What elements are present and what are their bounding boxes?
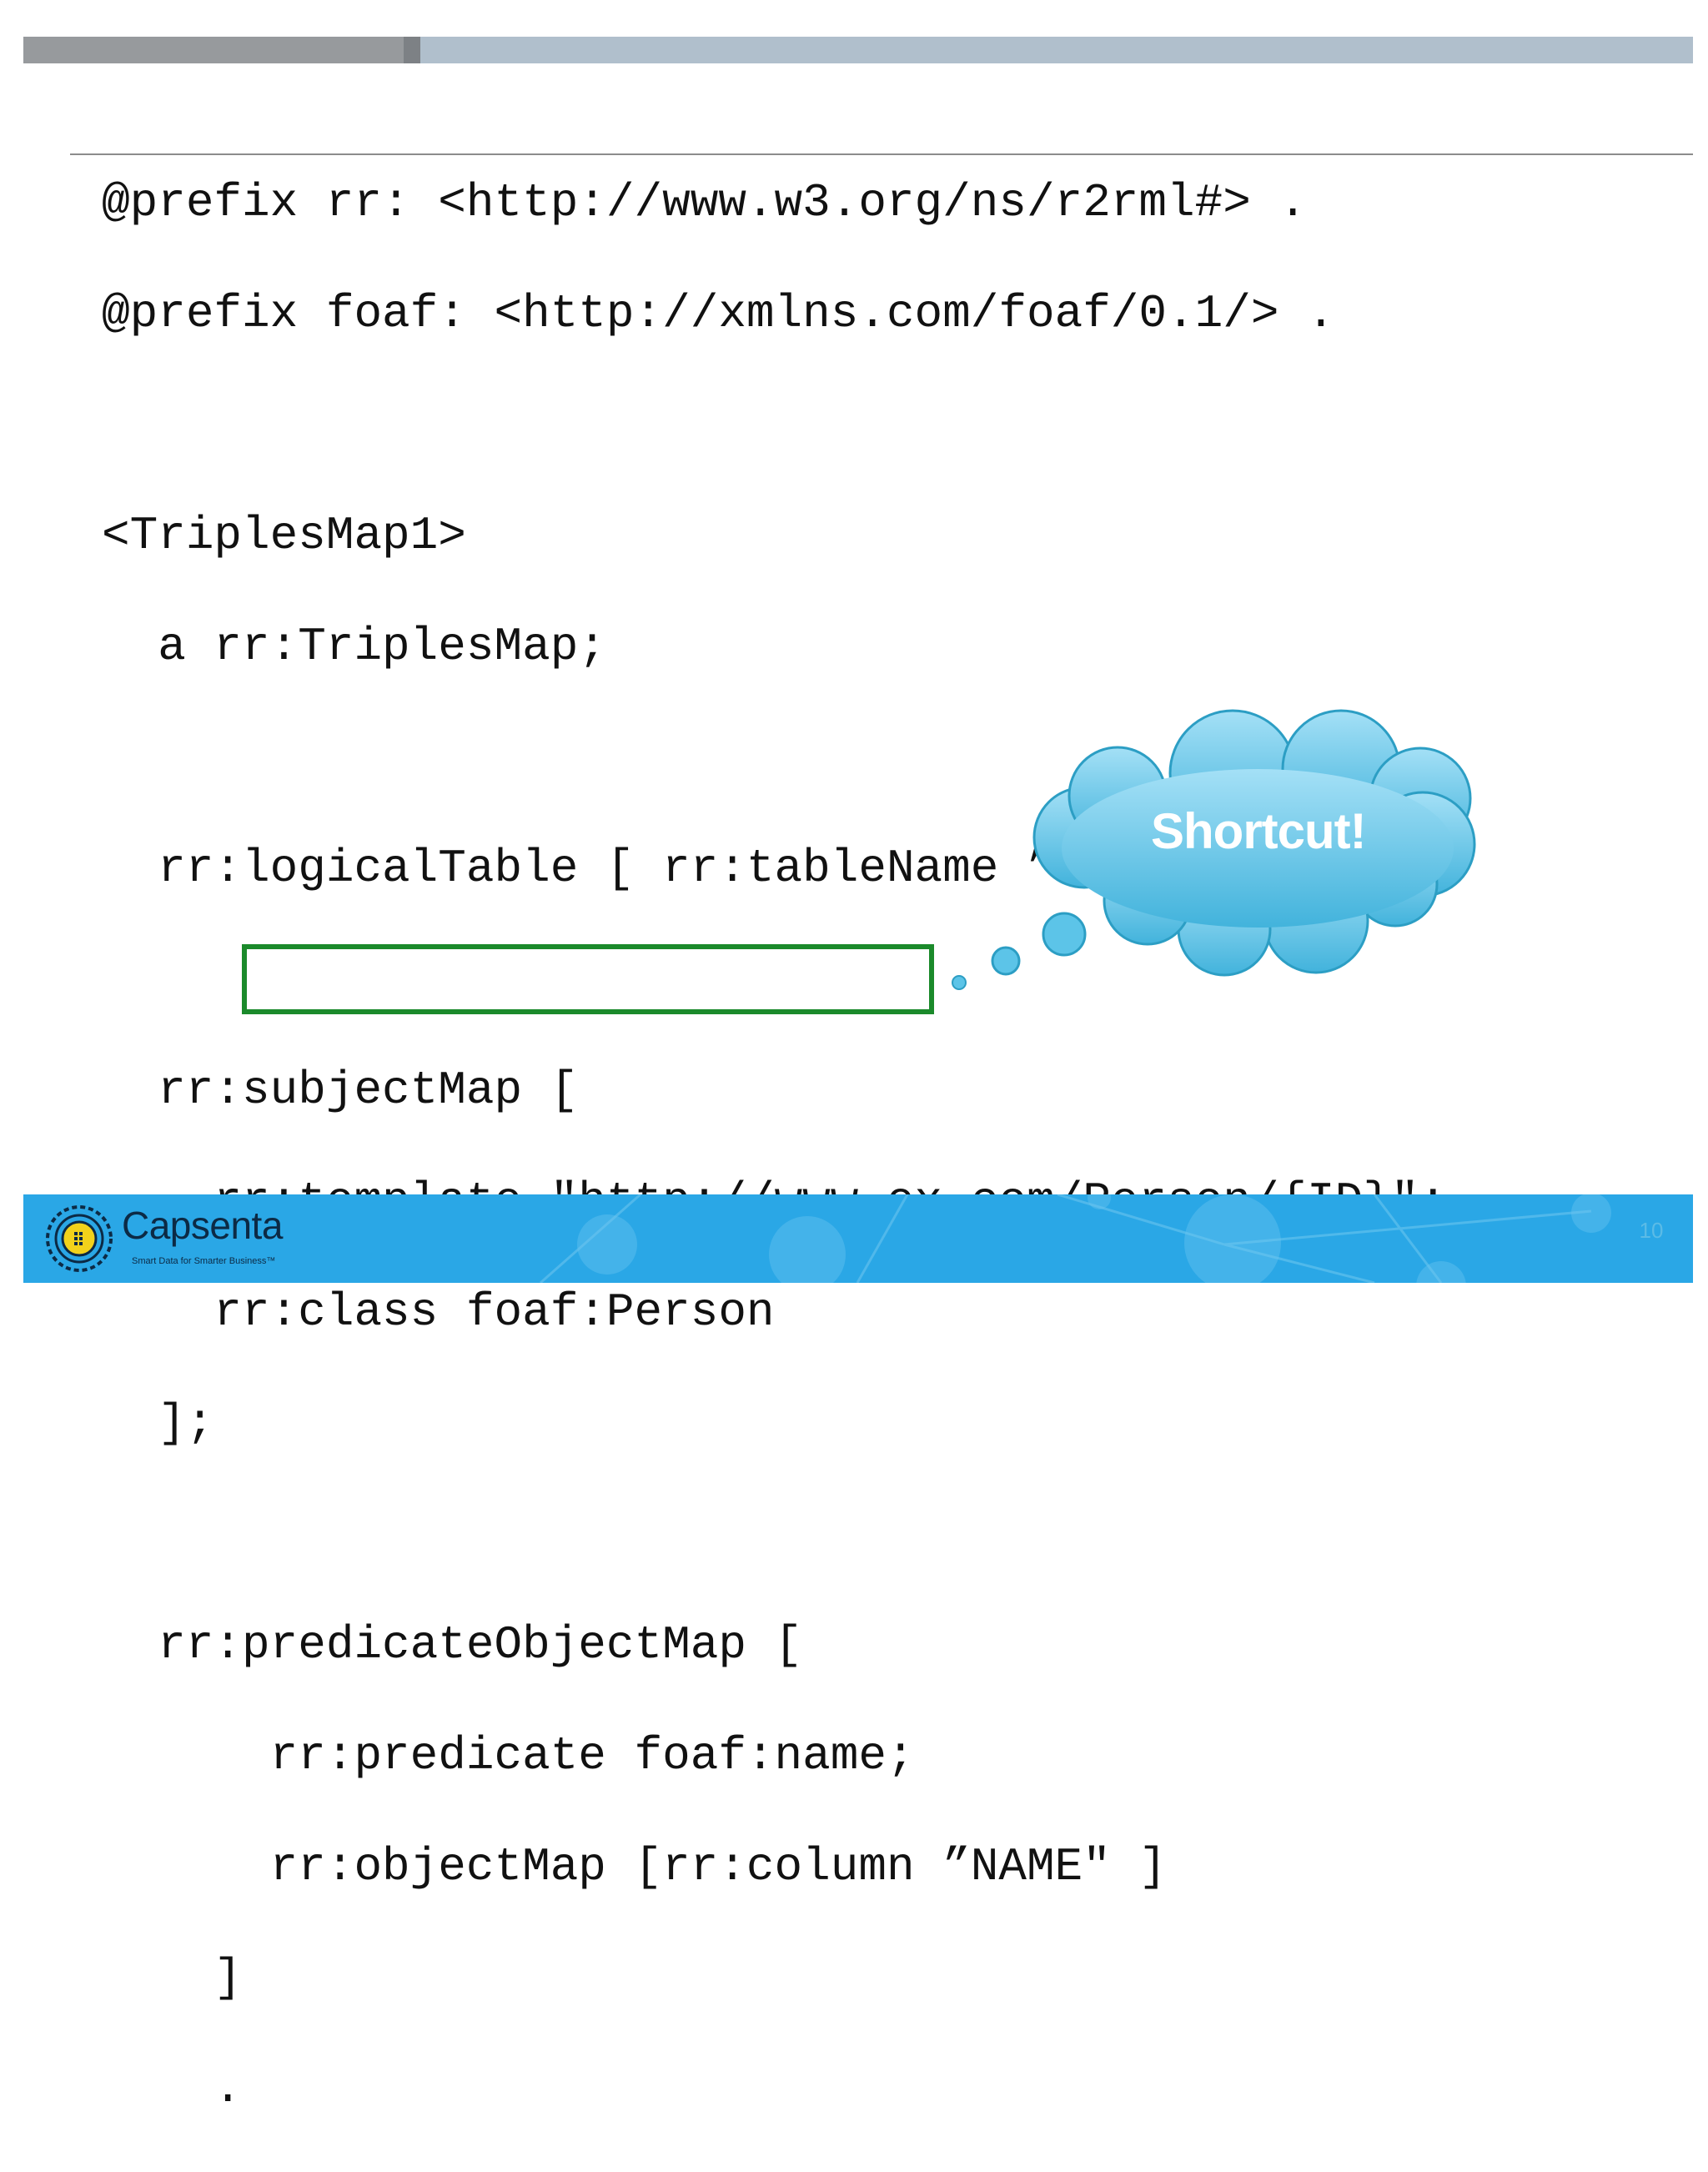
code-line: @prefix rr: <http://www.w3.org/ns/r2rml#… bbox=[102, 176, 1308, 229]
code-block: @prefix rr: <http://www.w3.org/ns/r2rml#… bbox=[102, 175, 1447, 2172]
code-line-highlighted: rr:predicate foaf:name; bbox=[102, 1729, 915, 1782]
code-line: @prefix foaf: <http://xmlns.com/foaf/0.1… bbox=[102, 287, 1335, 340]
code-line: <TriplesMap1> bbox=[102, 509, 466, 562]
bubble-dot-medium bbox=[991, 946, 1021, 976]
brand-tagline: Smart Data for Smarter Business™ bbox=[132, 1256, 276, 1266]
code-line: rr:subjectMap [ bbox=[102, 1063, 579, 1117]
code-line: a rr:TriplesMap; bbox=[102, 620, 606, 673]
header-bar-dark bbox=[23, 37, 404, 63]
code-line: ]; bbox=[102, 1396, 214, 1450]
code-line: rr:objectMap [rr:column ”NAME" ] bbox=[102, 1840, 1168, 1893]
code-line: rr:predicateObjectMap [ bbox=[102, 1618, 803, 1672]
bubble-dot-large bbox=[1042, 912, 1087, 957]
header-bar-light bbox=[420, 37, 1693, 63]
code-line: ] bbox=[102, 1951, 243, 2004]
brand-name: Capsenta bbox=[122, 1204, 283, 1247]
shortcut-label: Shortcut! bbox=[1151, 803, 1367, 859]
bubble-dot-small bbox=[952, 975, 967, 990]
capsenta-logo-icon bbox=[46, 1205, 113, 1272]
footer-banner: Capsenta Smart Data for Smarter Business… bbox=[23, 1194, 1693, 1283]
highlight-box bbox=[242, 944, 934, 1014]
header-bar-accent bbox=[404, 37, 420, 63]
page-number: 10 bbox=[1639, 1218, 1664, 1243]
code-line: rr:class foaf:Person bbox=[102, 1285, 775, 1339]
title-divider bbox=[70, 153, 1693, 155]
code-line: . bbox=[102, 2062, 243, 2115]
